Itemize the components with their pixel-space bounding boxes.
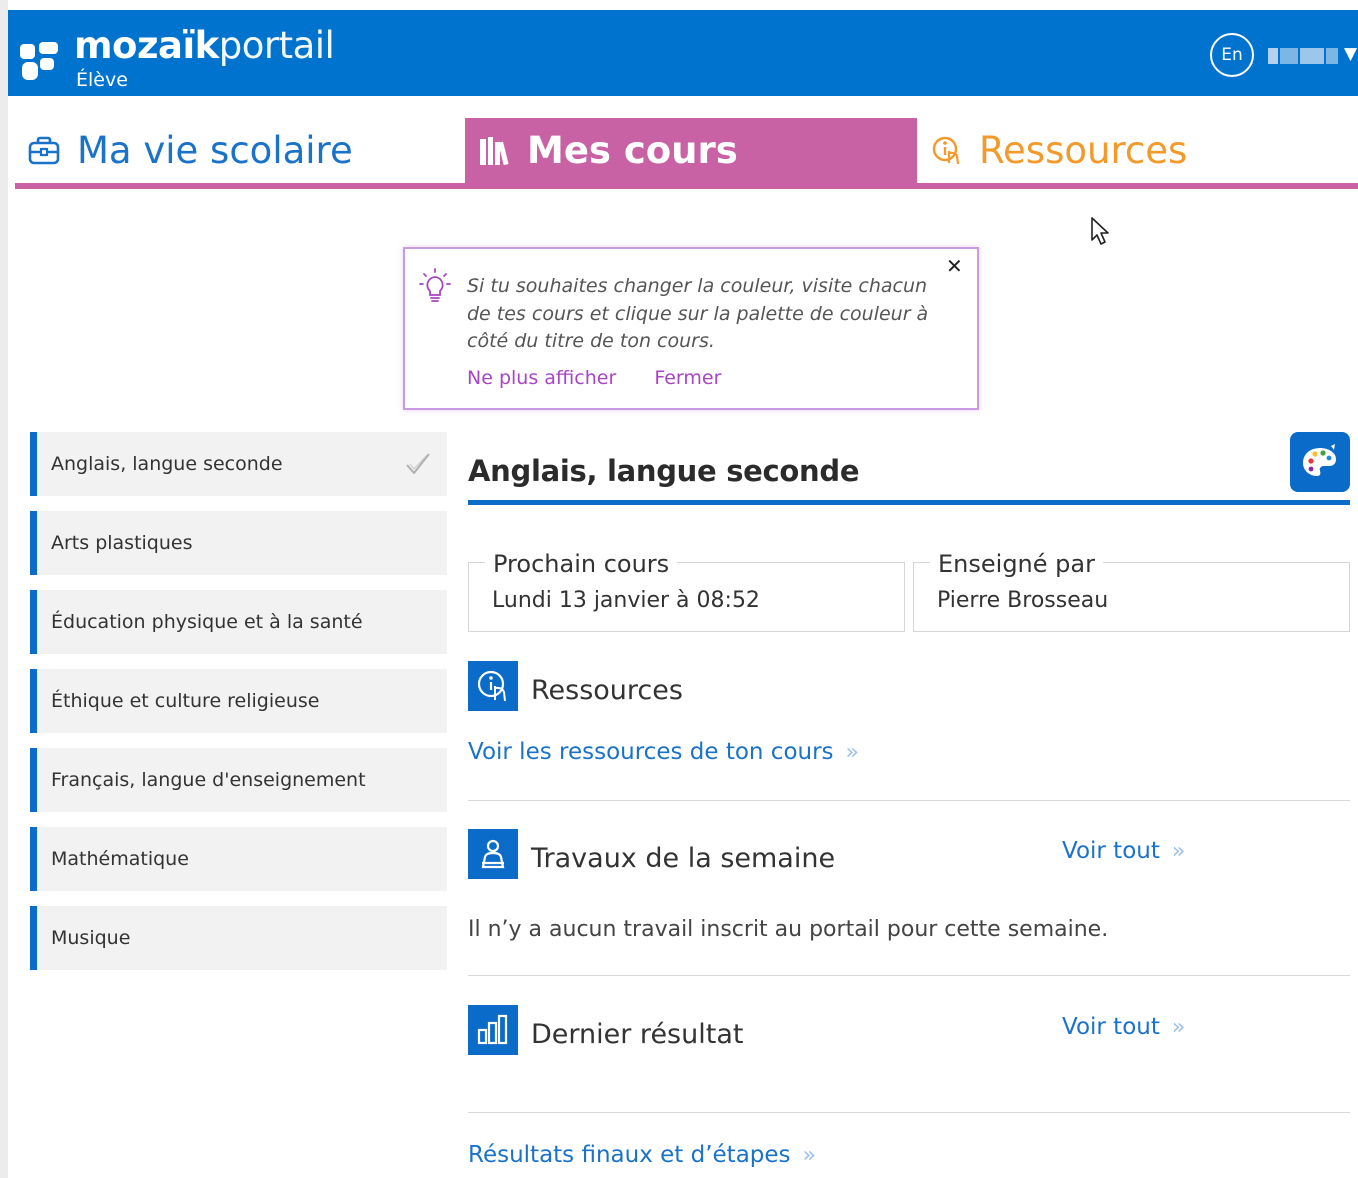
course-label: Éthique et culture religieuse: [51, 690, 320, 712]
no-homework-message: Il n’y a aucun travail inscrit au portai…: [468, 917, 1109, 942]
tip-message: Si tu souhaites changer la couleur, visi…: [467, 275, 929, 352]
course-label: Éducation physique et à la santé: [51, 611, 363, 633]
course-title: Anglais, langue seconde: [468, 454, 860, 488]
teacher-box: Enseigné par Pierre Brosseau: [913, 550, 1350, 632]
user-name-blurred[interactable]: [1268, 48, 1338, 64]
next-class-value: Lundi 13 janvier à 08:52: [492, 588, 760, 613]
color-palette-button[interactable]: [1290, 432, 1350, 492]
tab-ressources[interactable]: Ressources: [917, 118, 1358, 184]
course-item-education-physique[interactable]: Éducation physique et à la santé: [30, 590, 447, 654]
mouse-pointer-icon: [1091, 217, 1109, 245]
color-tip-dialog: ✕ Si tu souhaites changer la couleur, vi…: [403, 247, 979, 410]
results-section-title: Dernier résultat: [531, 1019, 744, 1050]
tab-mes-cours[interactable]: Mes cours: [465, 118, 917, 184]
resources-section-icon: [468, 661, 518, 711]
checkmark-icon: [406, 453, 430, 474]
mozaik-logo-icon: [20, 42, 58, 80]
course-item-ethique[interactable]: Éthique et culture religieuse: [30, 669, 447, 733]
dont-show-again-link[interactable]: Ne plus afficher: [467, 367, 616, 389]
next-class-box: Prochain cours Lundi 13 janvier à 08:52: [468, 550, 905, 632]
resources-icon: [932, 136, 960, 165]
homework-section-icon: [468, 829, 518, 879]
course-label: Arts plastiques: [51, 532, 193, 554]
title-underline: [468, 500, 1350, 505]
course-item-anglais[interactable]: Anglais, langue seconde: [30, 432, 447, 496]
close-tip-link[interactable]: Fermer: [654, 367, 721, 389]
results-section-icon: [468, 1005, 518, 1055]
tab-label: Ma vie scolaire: [77, 129, 353, 172]
student-icon: [481, 839, 505, 869]
bar-chart-icon: [477, 1014, 508, 1045]
view-course-resources-link[interactable]: Voir les ressources de ton cours »: [468, 739, 859, 765]
main-tabs: Ma vie scolaire Mes cours Ressources: [15, 118, 1358, 184]
tab-label: Mes cours: [527, 129, 738, 172]
schoolbag-icon: [28, 136, 60, 165]
course-item-arts-plastiques[interactable]: Arts plastiques: [30, 511, 447, 575]
course-item-musique[interactable]: Musique: [30, 906, 447, 970]
section-divider: [468, 800, 1350, 801]
link-label: Voir les ressources de ton cours: [468, 739, 834, 765]
user-role: Élève: [76, 69, 128, 91]
teacher-legend: Enseigné par: [930, 550, 1103, 578]
chevron-right-icon: »: [1171, 1015, 1186, 1040]
lightbulb-icon: [419, 268, 451, 302]
final-results-link[interactable]: Résultats finaux et d’étapes »: [468, 1142, 816, 1168]
course-label: Musique: [51, 927, 131, 949]
language-button[interactable]: En: [1210, 33, 1254, 77]
section-divider: [468, 975, 1350, 976]
link-label: Résultats finaux et d’étapes: [468, 1142, 791, 1168]
tip-close-icon[interactable]: ✕: [946, 255, 963, 277]
homework-see-all-link[interactable]: Voir tout »: [1062, 838, 1185, 864]
course-label: Français, langue d'enseignement: [51, 769, 366, 791]
top-bar: mozaïkportail Élève En ▼: [8, 10, 1358, 96]
chevron-right-icon: »: [802, 1143, 816, 1168]
palette-icon: [1303, 444, 1336, 476]
course-item-mathematique[interactable]: Mathématique: [30, 827, 447, 891]
link-label: Voir tout: [1062, 838, 1160, 864]
resources-icon: [477, 670, 506, 702]
chevron-right-icon: »: [845, 740, 860, 765]
brand-wordmark: mozaïkportail: [74, 24, 335, 68]
homework-section-title: Travaux de la semaine: [531, 843, 836, 874]
link-label: Voir tout: [1062, 1014, 1160, 1040]
tip-actions: Ne plus afficher Fermer: [467, 365, 753, 391]
teacher-value: Pierre Brosseau: [937, 588, 1109, 613]
course-item-francais[interactable]: Français, langue d'enseignement: [30, 748, 447, 812]
user-menu-caret-icon[interactable]: ▼: [1344, 44, 1357, 64]
tab-ma-vie-scolaire[interactable]: Ma vie scolaire: [15, 118, 465, 184]
window-frame: [0, 0, 8, 1178]
course-list: Anglais, langue seconde Arts plastiques …: [30, 432, 447, 985]
tab-label: Ressources: [979, 129, 1188, 172]
next-class-legend: Prochain cours: [485, 550, 678, 578]
section-divider: [468, 1112, 1350, 1113]
books-icon: [480, 137, 509, 166]
chevron-right-icon: »: [1171, 839, 1186, 864]
brand-light: portail: [218, 24, 335, 67]
results-see-all-link[interactable]: Voir tout »: [1062, 1014, 1185, 1040]
course-label: Anglais, langue seconde: [51, 453, 283, 475]
resources-section-title: Ressources: [531, 675, 683, 706]
brand-bold: mozaïk: [74, 24, 219, 67]
course-label: Mathématique: [51, 848, 189, 870]
tabs-underline: [15, 183, 1358, 189]
